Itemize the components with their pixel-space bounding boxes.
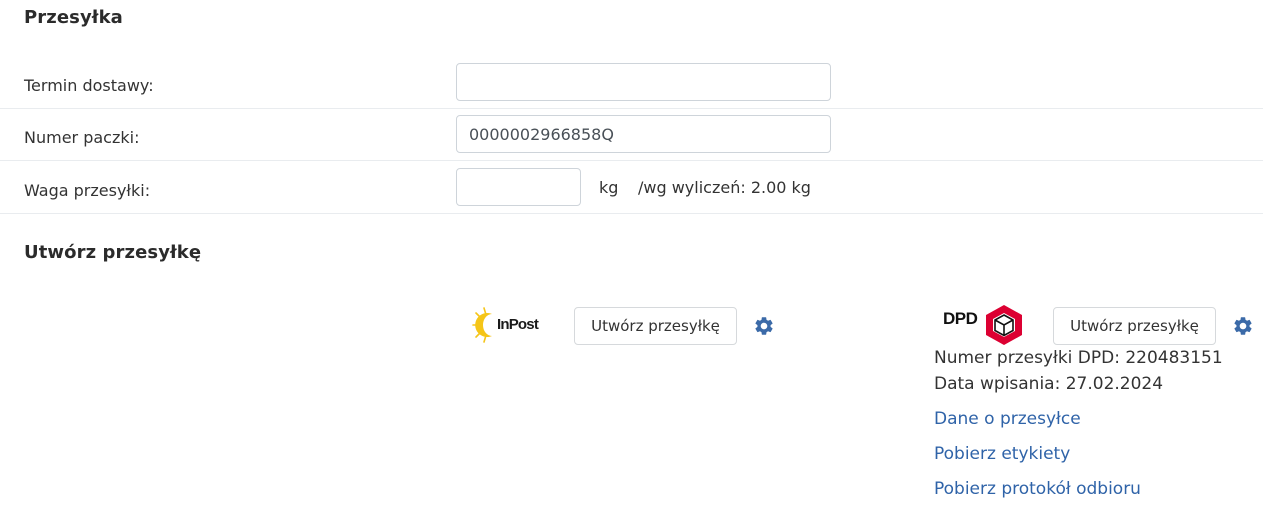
dpd-shipment-details-link[interactable]: Dane o przesyłce (934, 409, 1081, 429)
dpd-create-shipment-button-label: Utwórz przesyłkę (1070, 317, 1199, 335)
delivery-date-label: Termin dostawy: (24, 76, 154, 95)
inpost-settings-gear-icon[interactable] (753, 315, 775, 337)
gear-icon (1234, 317, 1252, 335)
delivery-date-input[interactable] (456, 63, 831, 101)
row-divider (0, 160, 1263, 161)
dpd-settings-gear-icon[interactable] (1232, 315, 1254, 337)
gear-icon (755, 317, 773, 335)
package-number-input[interactable] (456, 115, 831, 153)
dpd-entry-date: Data wpisania: 27.02.2024 (934, 374, 1164, 394)
shipment-section-title: Przesyłka (24, 7, 123, 28)
dpd-create-shipment-button[interactable]: Utwórz przesyłkę (1053, 307, 1216, 345)
weight-input[interactable] (456, 168, 581, 206)
weight-calculated-text: /wg wyliczeń: 2.00 kg (638, 178, 811, 197)
dpd-logo: DPD (943, 303, 1027, 347)
dpd-download-labels-link[interactable]: Pobierz etykiety (934, 444, 1070, 464)
dpd-logo-text: DPD (943, 309, 978, 328)
inpost-logo: InPost (470, 305, 550, 347)
create-shipment-section-title: Utwórz przesyłkę (24, 242, 202, 263)
inpost-create-shipment-button-label: Utwórz przesyłkę (591, 317, 720, 335)
inpost-create-shipment-button[interactable]: Utwórz przesyłkę (574, 307, 737, 345)
dpd-tracking-number: Numer przesyłki DPD: 220483151 (934, 348, 1223, 368)
dpd-cube-icon (986, 305, 1022, 345)
row-divider (0, 108, 1263, 109)
weight-unit: kg (599, 178, 619, 197)
package-number-label: Numer paczki: (24, 128, 140, 147)
weight-label: Waga przesyłki: (24, 181, 151, 200)
dpd-download-pickup-protocol-link[interactable]: Pobierz protokół odbioru (934, 479, 1141, 499)
row-divider (0, 213, 1263, 214)
inpost-logo-text: InPost (497, 316, 539, 333)
